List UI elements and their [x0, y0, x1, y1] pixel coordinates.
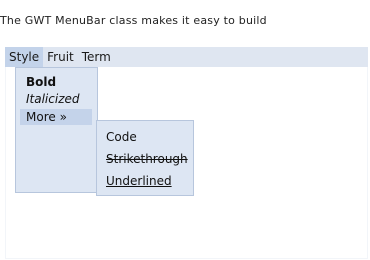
menu-item-bold[interactable]: Bold: [26, 74, 56, 90]
intro-text: The GWT MenuBar class makes it easy to b…: [0, 14, 267, 27]
menu-item-underlined[interactable]: Underlined: [106, 173, 172, 189]
menu-term[interactable]: Term: [78, 47, 115, 67]
menu-bar: Style Fruit Term: [5, 47, 368, 67]
menu-style[interactable]: Style: [5, 47, 44, 67]
more-submenu: Code Strikethrough Underlined: [96, 120, 194, 196]
menu-item-more[interactable]: More »: [20, 109, 92, 125]
menu-fruit[interactable]: Fruit: [43, 47, 78, 67]
menu-item-strikethrough[interactable]: Strikethrough: [106, 151, 188, 167]
style-dropdown: Bold Italicized More »: [15, 67, 98, 193]
menu-item-code[interactable]: Code: [106, 129, 137, 145]
menu-item-italicized[interactable]: Italicized: [26, 91, 80, 107]
